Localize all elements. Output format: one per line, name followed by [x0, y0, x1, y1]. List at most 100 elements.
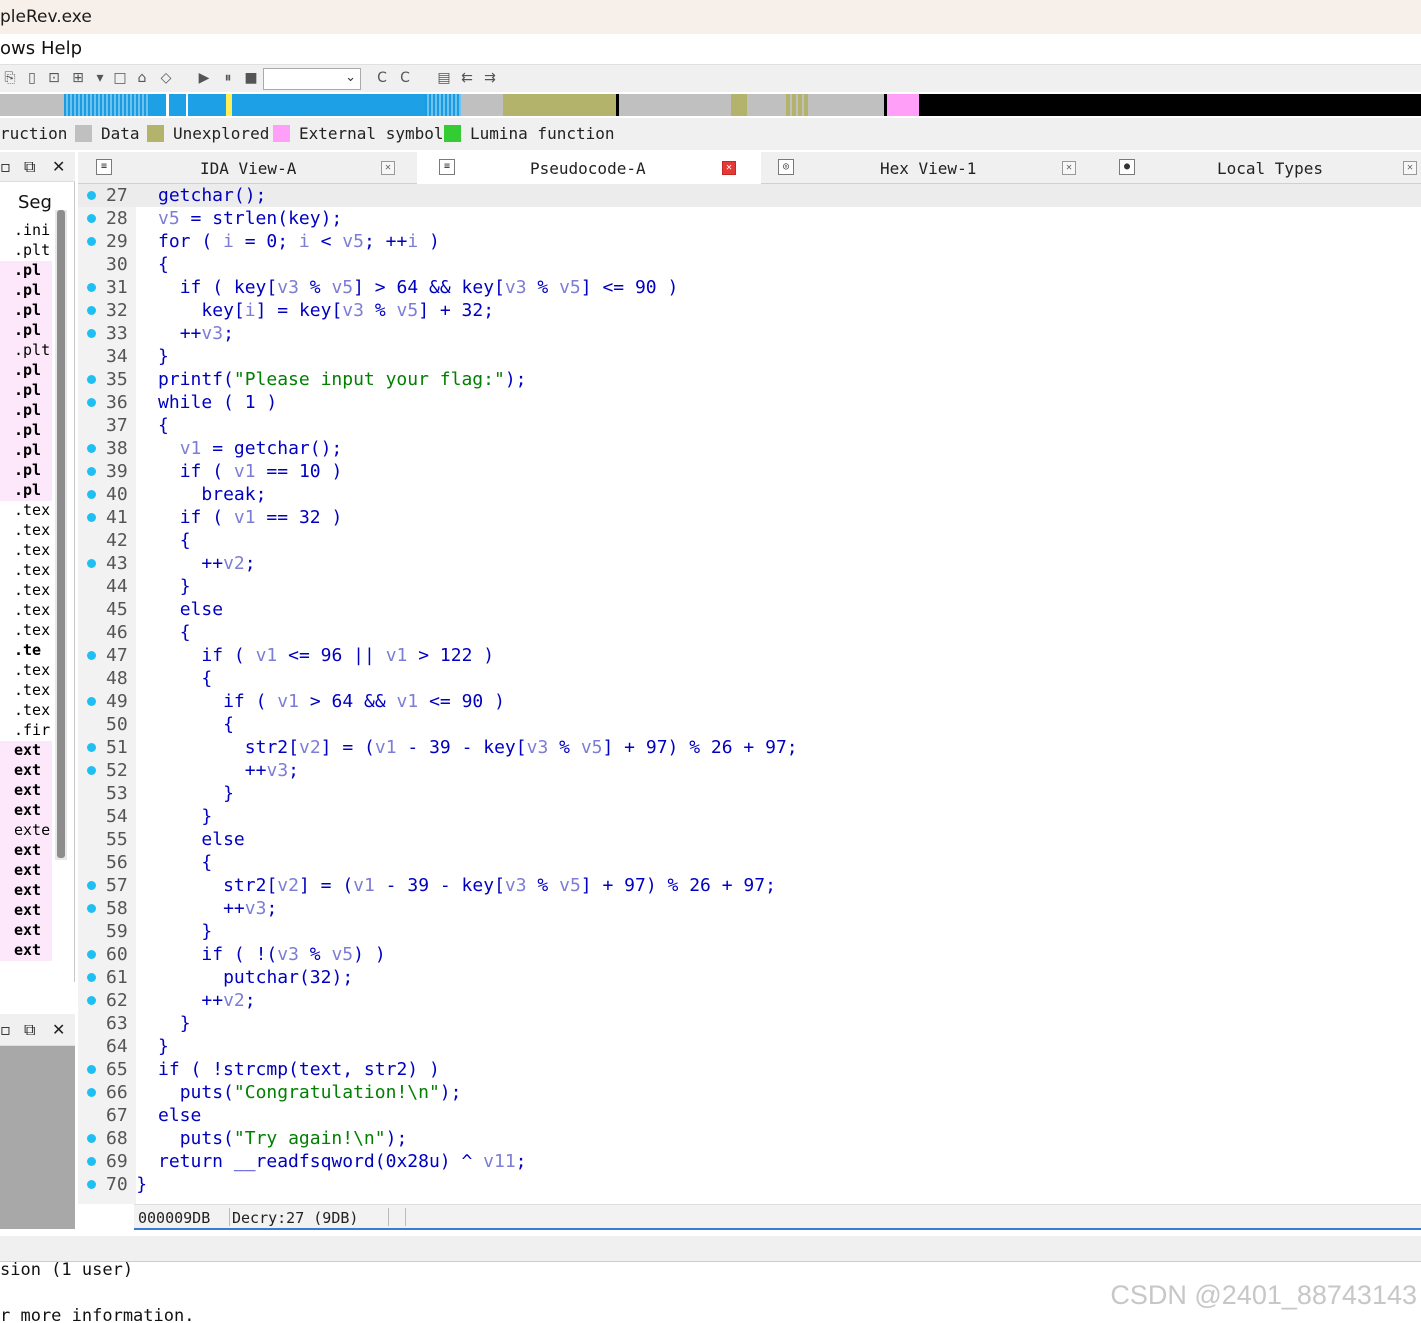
code-line[interactable]: 54}: [78, 805, 1421, 828]
segment-row[interactable]: .tex: [14, 621, 52, 641]
code-line[interactable]: 58 ++v3;: [78, 897, 1421, 920]
stop-icon[interactable]: ■: [243, 70, 259, 86]
close-icon[interactable]: ✕: [1062, 161, 1076, 175]
code-line[interactable]: 40 break;: [78, 483, 1421, 506]
segment-row[interactable]: .fir: [14, 721, 52, 741]
segment-row[interactable]: .tex: [14, 661, 52, 681]
xrefs-to-icon[interactable]: ⇇: [459, 70, 475, 86]
breakpoint-dot-icon[interactable]: [87, 513, 96, 522]
segment-row[interactable]: ext: [0, 941, 52, 961]
xrefs-from-icon[interactable]: ⇉: [482, 70, 498, 86]
code-line[interactable]: 38 v1 = getchar();: [78, 437, 1421, 460]
segment-row[interactable]: .pl: [0, 381, 52, 401]
segment-row[interactable]: .te: [14, 641, 52, 661]
code-line[interactable]: 39 if ( v1 == 10 ): [78, 460, 1421, 483]
close-icon[interactable]: ✕: [381, 161, 395, 175]
code-line[interactable]: 61 putchar(32);: [78, 966, 1421, 989]
segment-row[interactable]: .pl: [0, 281, 52, 301]
breakpoint-dot-icon[interactable]: [87, 904, 96, 913]
code-line[interactable]: 59}: [78, 920, 1421, 943]
code-line[interactable]: 51 str2[v2] = (v1 - 39 - key[v3 % v5] + 9…: [78, 736, 1421, 759]
breakpoint-dot-icon[interactable]: [87, 1134, 96, 1143]
breakpoint-dot-icon[interactable]: [87, 651, 96, 660]
code-line[interactable]: 28 v5 = strlen(key);: [78, 207, 1421, 230]
segments-column-header[interactable]: Seg: [18, 192, 52, 213]
code-line[interactable]: 33 ++v3;: [78, 322, 1421, 345]
window-icon[interactable]: □: [112, 70, 128, 86]
code-line[interactable]: 70}: [78, 1173, 1421, 1196]
segment-row[interactable]: .tex: [14, 561, 52, 581]
code-line[interactable]: 69 return __readfsqword(0x28u) ^ v11;: [78, 1150, 1421, 1173]
code-line[interactable]: 27 getchar();: [78, 184, 1421, 207]
segment-row[interactable]: .tex: [14, 521, 52, 541]
segment-row[interactable]: ext: [0, 901, 52, 921]
segment-row[interactable]: .plt: [0, 341, 52, 361]
close-icon[interactable]: ✕: [722, 161, 736, 175]
brush-icon[interactable]: ⌂: [134, 70, 150, 86]
breakpoint-dot-icon[interactable]: [87, 996, 96, 1005]
code-line[interactable]: 47 if ( v1 <= 96 || v1 > 122 ): [78, 644, 1421, 667]
code-line[interactable]: 36 while ( 1 ): [78, 391, 1421, 414]
code-line[interactable]: 49 if ( v1 > 64 && v1 <= 90 ): [78, 690, 1421, 713]
code-line[interactable]: 50 {: [78, 713, 1421, 736]
breakpoint-dot-icon[interactable]: [87, 375, 96, 384]
scrollbar-thumb[interactable]: [57, 210, 65, 858]
breakpoint-dot-icon[interactable]: [87, 697, 96, 706]
code-line[interactable]: 43 ++v2;: [78, 552, 1421, 575]
code-line[interactable]: 30 {: [78, 253, 1421, 276]
segment-row[interactable]: .tex: [14, 701, 52, 721]
breakpoint-dot-icon[interactable]: [87, 467, 96, 476]
segments-scrollbar[interactable]: [55, 210, 67, 860]
tab-ida-view-a[interactable]: ≡ IDA View-A ✕: [78, 152, 416, 184]
code-line[interactable]: 44}: [78, 575, 1421, 598]
breakpoint-dot-icon[interactable]: [87, 398, 96, 407]
code-line[interactable]: 55 else: [78, 828, 1421, 851]
code-line[interactable]: 63}: [78, 1012, 1421, 1035]
segment-row[interactable]: ext: [0, 921, 52, 941]
code-line[interactable]: 41 if ( v1 == 32 ): [78, 506, 1421, 529]
segment-row[interactable]: .pl: [0, 301, 52, 321]
navigation-band[interactable]: [0, 94, 1421, 116]
code-line[interactable]: 34}: [78, 345, 1421, 368]
breakpoint-dot-icon[interactable]: [87, 283, 96, 292]
breakpoint-dot-icon[interactable]: [87, 881, 96, 890]
segment-row[interactable]: exte: [0, 821, 52, 841]
code-line[interactable]: 65 if ( !strcmp(text, str2) ): [78, 1058, 1421, 1081]
code-line[interactable]: 64}: [78, 1035, 1421, 1058]
code-line[interactable]: 35 printf("Please input your flag:");: [78, 368, 1421, 391]
breakpoint-dot-icon[interactable]: [87, 329, 96, 338]
segment-row[interactable]: ext: [0, 741, 52, 761]
code-line[interactable]: 29 for ( i = 0; i < v5; ++i ): [78, 230, 1421, 253]
segment-row[interactable]: .pl: [0, 401, 52, 421]
breakpoint-dot-icon[interactable]: [87, 191, 96, 200]
code-line[interactable]: 67 else: [78, 1104, 1421, 1127]
breakpoint-dot-icon[interactable]: [87, 973, 96, 982]
segment-row[interactable]: ext: [0, 801, 52, 821]
breakpoint-dot-icon[interactable]: [87, 214, 96, 223]
refresh-code-icon[interactable]: C: [397, 70, 413, 86]
code-line[interactable]: 60 if ( !(v3 % v5) ): [78, 943, 1421, 966]
close-icon[interactable]: ✕: [52, 157, 65, 176]
code-line[interactable]: 66 puts("Congratulation!\n");: [78, 1081, 1421, 1104]
breakpoint-dot-icon[interactable]: [87, 490, 96, 499]
cpp-icon[interactable]: C: [374, 70, 390, 86]
code-line[interactable]: 57 str2[v2] = (v1 - 39 - key[v3 % v5] + 9…: [78, 874, 1421, 897]
segment-row[interactable]: ext: [0, 841, 52, 861]
code-line[interactable]: 52 ++v3;: [78, 759, 1421, 782]
copy-icon[interactable]: ⎘: [2, 70, 18, 86]
tab-hex-view-1[interactable]: ◎ Hex View-1 ✕: [762, 152, 1100, 184]
segment-row[interactable]: .pl: [0, 461, 52, 481]
segment-row[interactable]: ext: [0, 761, 52, 781]
search-text-icon[interactable]: ⊞: [70, 70, 86, 86]
play-icon[interactable]: ▶: [196, 70, 212, 86]
code-line[interactable]: 56 {: [78, 851, 1421, 874]
code-line[interactable]: 46 {: [78, 621, 1421, 644]
segment-row[interactable]: ext: [0, 881, 52, 901]
segment-row[interactable]: .tex: [14, 601, 52, 621]
pause-icon[interactable]: ⏸: [220, 70, 236, 86]
code-line[interactable]: 42 {: [78, 529, 1421, 552]
close-icon[interactable]: ✕: [52, 1020, 65, 1039]
code-line[interactable]: 45 else: [78, 598, 1421, 621]
breakpoint-dot-icon[interactable]: [87, 306, 96, 315]
breakpoint-dot-icon[interactable]: [87, 559, 96, 568]
